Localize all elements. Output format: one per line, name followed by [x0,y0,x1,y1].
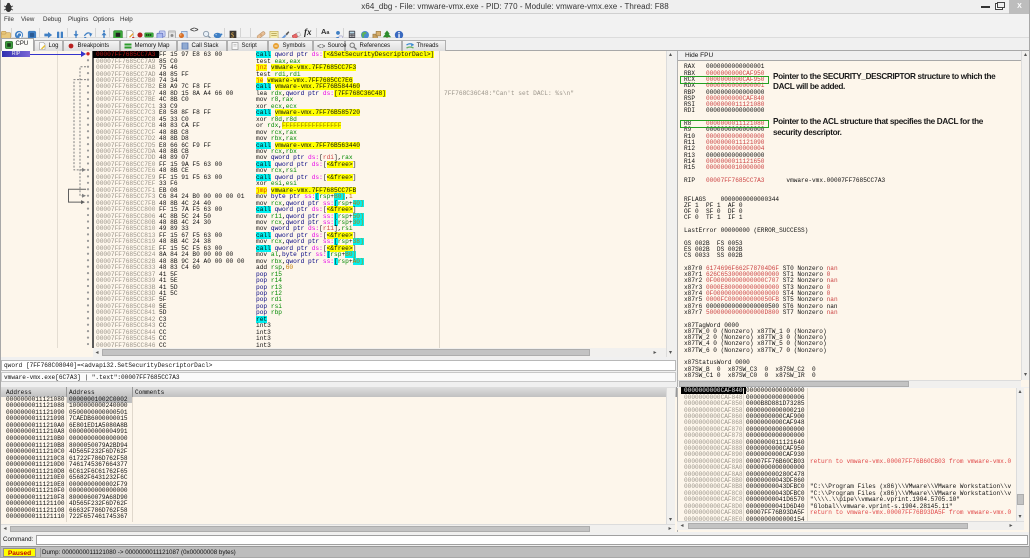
svg-text:<>: <> [317,44,325,51]
